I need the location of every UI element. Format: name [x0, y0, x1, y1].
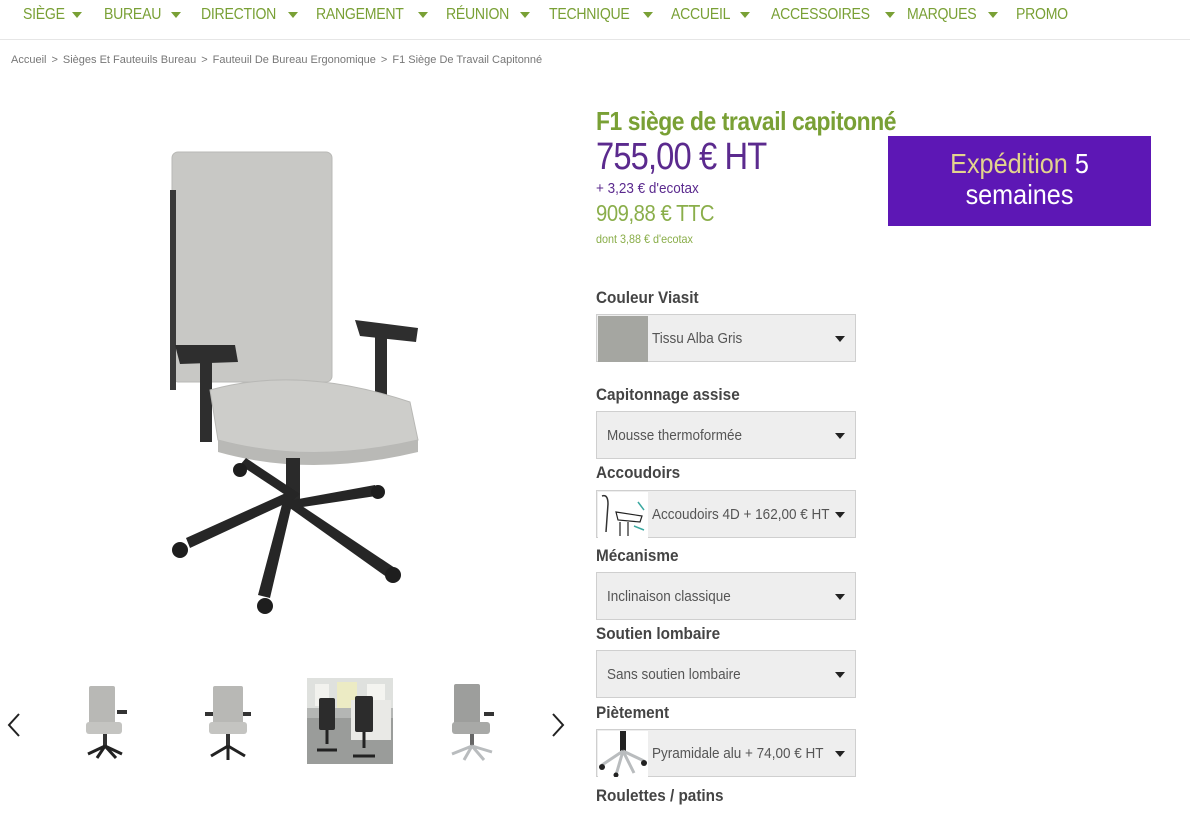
main-product-image[interactable]	[150, 140, 440, 630]
chevron-left-icon	[7, 713, 20, 737]
chevron-down-icon	[835, 672, 845, 678]
nav-item-technique[interactable]: TECHNIQUE	[549, 4, 653, 26]
nav-item-rangement[interactable]: RANGEMENT	[316, 4, 428, 26]
alu-base-icon	[599, 731, 647, 778]
armrest-diagram-icon	[601, 494, 645, 536]
nav-item-marques[interactable]: MARQUES	[907, 4, 998, 26]
chair-front-thumbnail	[86, 686, 127, 760]
nav-label: MARQUES	[907, 6, 977, 23]
price-ht: 755,00 € HT	[596, 136, 767, 178]
chevron-down-icon	[288, 12, 299, 18]
pietement-select-value: Pyramidale alu + 74,00 € HT	[652, 745, 824, 762]
gallery-thumbnail-4[interactable]	[430, 678, 516, 764]
chevron-down-icon	[642, 12, 653, 18]
option-label-couleur: Couleur Viasit	[596, 288, 699, 307]
price-ttc: 909,88 € TTC	[596, 200, 715, 226]
shipping-badge: Expédition 5 semaines	[888, 136, 1151, 226]
armrest-thumbnail	[598, 492, 648, 538]
chevron-down-icon	[72, 12, 83, 18]
nav-label: PROMO	[1016, 6, 1068, 23]
shipping-line-1: Expédition 5	[901, 148, 1138, 179]
chair-alu-base-thumbnail	[451, 684, 494, 761]
couleur-select-value: Tissu Alba Gris	[652, 330, 743, 347]
option-label-accoudoirs: Accoudoirs	[596, 463, 681, 482]
gallery-prev-button[interactable]	[6, 712, 22, 738]
breadcrumb-sieges[interactable]: Sièges Et Fauteuils Bureau	[63, 54, 196, 66]
soutien-select[interactable]: Sans soutien lombaire	[596, 650, 856, 698]
nav-item-bureau[interactable]: BUREAU	[104, 4, 181, 26]
nav-item-reunion[interactable]: RÉUNION	[446, 4, 530, 26]
option-label-roulettes: Roulettes / patins	[596, 786, 724, 805]
ecotax-ht: + 3,23 € d'ecotax	[596, 180, 699, 197]
main-navigation: SIÈGE BUREAU DIRECTION RANGEMENT RÉUNION…	[0, 0, 1190, 40]
shipping-word: Expédition	[950, 148, 1068, 179]
chevron-right-icon	[552, 713, 565, 737]
chevron-down-icon	[835, 433, 845, 439]
couleur-select[interactable]: Tissu Alba Gris	[596, 314, 856, 362]
chevron-down-icon	[835, 512, 845, 518]
nav-label: ACCUEIL	[671, 6, 731, 23]
nav-label: RANGEMENT	[316, 6, 404, 23]
shipping-number: 5	[1074, 148, 1089, 179]
ecotax-ttc: dont 3,88 € d'ecotax	[596, 232, 693, 246]
nav-label: SIÈGE	[23, 6, 65, 23]
chevron-down-icon	[519, 12, 530, 18]
nav-label: RÉUNION	[446, 6, 510, 23]
chevron-down-icon	[885, 12, 896, 18]
option-label-mecanisme: Mécanisme	[596, 546, 679, 565]
pietement-select[interactable]: Pyramidale alu + 74,00 € HT	[596, 729, 856, 778]
gallery-thumbnail-3[interactable]	[307, 678, 393, 764]
breadcrumb-current: F1 Siège De Travail Capitonné	[392, 54, 543, 66]
nav-item-siege[interactable]: SIÈGE	[23, 4, 83, 26]
nav-label: BUREAU	[104, 6, 162, 23]
mecanisme-select-value: Inclinaison classique	[607, 588, 731, 605]
gallery-thumbnail-2[interactable]	[185, 678, 271, 764]
mecanisme-select[interactable]: Inclinaison classique	[596, 572, 856, 620]
option-label-capitonnage: Capitonnage assise	[596, 385, 740, 404]
gallery-next-button[interactable]	[550, 712, 566, 738]
option-label-pietement: Piètement	[596, 703, 670, 722]
breadcrumb-home[interactable]: Accueil	[11, 54, 46, 66]
gallery-thumbnail-1[interactable]	[64, 678, 150, 764]
capitonnage-select[interactable]: Mousse thermoformée	[596, 411, 856, 459]
shipping-unit: semaines	[965, 179, 1074, 210]
breadcrumb-separator: >	[51, 54, 58, 66]
nav-label: ACCESSOIRES	[771, 6, 870, 23]
chevron-down-icon	[417, 12, 428, 18]
breadcrumb-separator: >	[201, 54, 208, 66]
nav-item-accessoires[interactable]: ACCESSOIRES	[771, 4, 896, 26]
nav-item-promo[interactable]: PROMO	[1016, 4, 1075, 26]
soutien-select-value: Sans soutien lombaire	[607, 666, 741, 683]
accoudoirs-select-value: Accoudoirs 4D + 162,00 € HT	[652, 506, 830, 523]
chevron-down-icon	[835, 336, 845, 342]
nav-item-direction[interactable]: DIRECTION	[201, 4, 299, 26]
nav-label: TECHNIQUE	[549, 6, 630, 23]
chair-office-scene-thumbnail	[307, 678, 393, 764]
product-title: F1 siège de travail capitonné	[596, 106, 897, 136]
chevron-down-icon	[740, 12, 751, 18]
breadcrumb-separator: >	[380, 54, 388, 66]
breadcrumb: Accueil > Sièges Et Fauteuils Bureau > Faute…	[11, 54, 542, 66]
office-chair-illustration	[170, 151, 419, 614]
color-swatch	[598, 316, 648, 362]
base-thumbnail	[598, 731, 648, 778]
breadcrumb-ergonomique[interactable]: Fauteuil De Bureau Ergonomique	[213, 54, 376, 66]
nav-label: DIRECTION	[201, 6, 277, 23]
chevron-down-icon	[835, 594, 845, 600]
chevron-down-icon	[170, 12, 181, 18]
option-label-soutien: Soutien lombaire	[596, 624, 721, 643]
chevron-down-icon	[987, 12, 998, 18]
chair-side-thumbnail	[205, 686, 251, 760]
nav-item-accueil[interactable]: ACCUEIL	[671, 4, 751, 26]
accoudoirs-select[interactable]: Accoudoirs 4D + 162,00 € HT	[596, 490, 856, 538]
capitonnage-select-value: Mousse thermoformée	[607, 427, 743, 444]
chevron-down-icon	[835, 751, 845, 757]
